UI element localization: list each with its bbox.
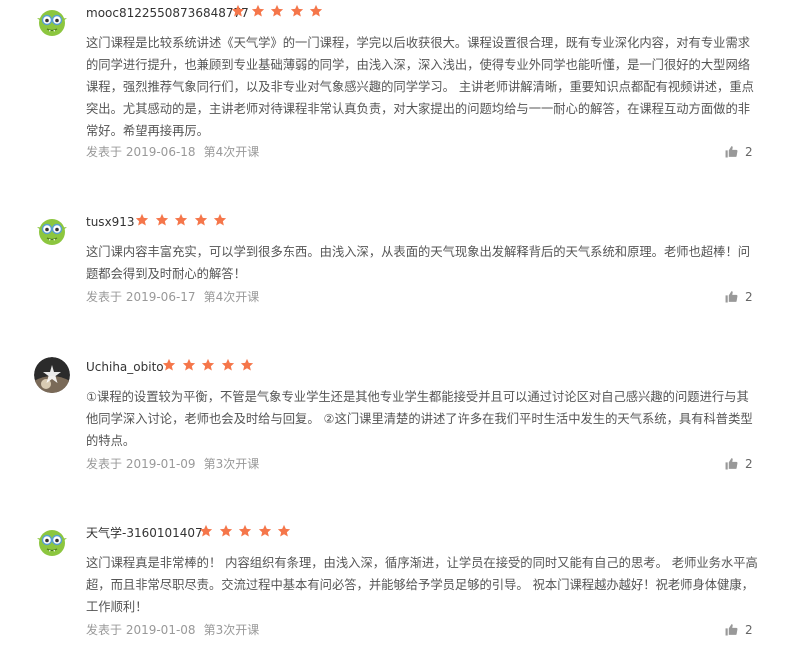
review-meta: 发表于 2019-06-18 第4次开课 (86, 143, 259, 161)
review-date: 发表于 2019-06-18 (86, 145, 196, 159)
like-count: 2 (745, 623, 753, 637)
star-rating (231, 4, 324, 22)
star-icon (238, 524, 252, 538)
review-item: mooc81225508736848777 这门课程是比较系统讲述《天气学》的一… (0, 3, 799, 163)
review-item: 天气学-3160101407 这门课程真是非常棒的！ 内容组织有条理，由浅入深，… (0, 523, 799, 646)
review-item: tusx913 这门课内容丰富充实，可以学到很多东西。由浅入深，从表面的天气现象… (0, 212, 799, 317)
star-icon (219, 524, 233, 538)
star-icon (182, 358, 196, 372)
like-button[interactable]: 2 (725, 143, 753, 161)
star-icon (277, 524, 291, 538)
photo-avatar-icon (34, 357, 70, 393)
star-icon (174, 213, 188, 227)
star-rating (199, 524, 292, 542)
user-avatar[interactable] (34, 3, 70, 39)
green-goblin-avatar-icon (34, 523, 70, 559)
like-count: 2 (745, 457, 753, 471)
star-rating (162, 358, 255, 376)
like-button[interactable]: 2 (725, 621, 753, 639)
review-date: 发表于 2019-06-17 (86, 290, 196, 304)
user-avatar[interactable] (34, 523, 70, 559)
star-icon (162, 358, 176, 372)
review-date: 发表于 2019-01-09 (86, 457, 196, 471)
star-icon (194, 213, 208, 227)
star-icon (251, 4, 265, 18)
star-rating (135, 213, 228, 231)
star-icon (199, 524, 213, 538)
course-term: 第3次开课 (203, 623, 260, 637)
like-button[interactable]: 2 (725, 455, 753, 473)
course-term: 第3次开课 (203, 457, 260, 471)
review-meta: 发表于 2019-01-09 第3次开课 (86, 455, 259, 473)
star-icon (231, 4, 245, 18)
review-date: 发表于 2019-01-08 (86, 623, 196, 637)
review-list: mooc81225508736848777 这门课程是比较系统讲述《天气学》的一… (0, 0, 799, 646)
user-name[interactable]: 天气学-3160101407 (86, 523, 203, 543)
like-count: 2 (745, 145, 753, 159)
star-icon (201, 358, 215, 372)
star-icon (221, 358, 235, 372)
review-item: Uchiha_obito ①课程的设置较为平衡，不管是气象专业学生还是其他专业学… (0, 357, 799, 485)
thumbs-up-icon (725, 623, 738, 636)
green-goblin-avatar-icon (34, 3, 70, 39)
like-count: 2 (745, 290, 753, 304)
green-goblin-avatar-icon (34, 212, 70, 248)
review-content: 这门课内容丰富充实，可以学到很多东西。由浅入深，从表面的天气现象出发解释背后的天… (86, 245, 751, 281)
review-content: 这门课程是比较系统讲述《天气学》的一门课程，学完以后收获很大。课程设置很合理，既… (86, 36, 754, 138)
star-icon (290, 4, 304, 18)
thumbs-up-icon (725, 457, 738, 470)
user-name[interactable]: Uchiha_obito (86, 357, 164, 377)
course-term: 第4次开课 (203, 145, 260, 159)
thumbs-up-icon (725, 290, 738, 303)
star-icon (240, 358, 254, 372)
star-icon (135, 213, 149, 227)
star-icon (155, 213, 169, 227)
thumbs-up-icon (725, 145, 738, 158)
review-meta: 发表于 2019-06-17 第4次开课 (86, 288, 259, 306)
review-content: ①课程的设置较为平衡，不管是气象专业学生还是其他专业学生都能接受并且可以通过讨论… (86, 390, 753, 448)
star-icon (270, 4, 284, 18)
like-button[interactable]: 2 (725, 288, 753, 306)
user-name[interactable]: mooc81225508736848777 (86, 3, 249, 23)
user-avatar[interactable] (34, 212, 70, 248)
review-meta: 发表于 2019-01-08 第3次开课 (86, 621, 259, 639)
star-icon (213, 213, 227, 227)
user-avatar[interactable] (34, 357, 70, 393)
course-term: 第4次开课 (203, 290, 260, 304)
star-icon (309, 4, 323, 18)
user-name[interactable]: tusx913 (86, 212, 135, 232)
star-icon (258, 524, 272, 538)
review-content: 这门课程真是非常棒的！ 内容组织有条理，由浅入深，循序渐进，让学员在接受的同时又… (86, 556, 758, 614)
